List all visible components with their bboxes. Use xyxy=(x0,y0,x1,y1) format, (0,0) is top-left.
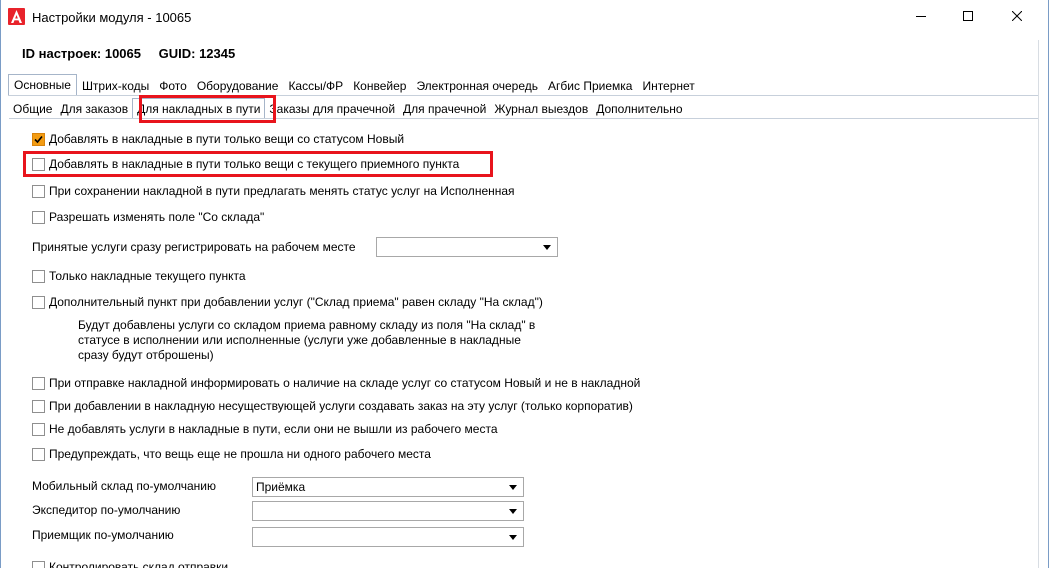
note-line: статусе в исполнении или исполненные (ус… xyxy=(78,333,521,347)
option-label: Дополнительный пункт при добавлении услу… xyxy=(49,295,543,309)
checkbox-icon[interactable] xyxy=(32,422,45,436)
expeditor-select[interactable] xyxy=(252,501,524,521)
checkbox-icon[interactable] xyxy=(32,269,45,283)
option-allow-edit-from-warehouse[interactable]: Разрешать изменять поле "Со склада" xyxy=(32,209,264,225)
settings-ids: ID настроек: 10065 GUID: 12345 xyxy=(22,46,249,61)
checkbox-checked-icon[interactable] xyxy=(32,132,45,146)
register-label: Принятые услуги сразу регистрировать на … xyxy=(32,239,356,255)
close-icon xyxy=(1012,11,1022,21)
option-label: Добавлять в накладные в пути только вещи… xyxy=(49,132,405,146)
minimize-icon xyxy=(916,16,926,17)
note-line: Будут добавлены услуги со складом приема… xyxy=(78,318,536,332)
expeditor-label-text: Экспедитор по-умолчанию xyxy=(32,503,181,517)
tab-laundry-orders[interactable]: Заказы для прачечной xyxy=(265,99,399,119)
checkbox-icon[interactable] xyxy=(32,447,45,461)
receiver-label-text: Приемщик по-умолчанию xyxy=(32,528,174,542)
tab-electronic-queue[interactable]: Электронная очередь xyxy=(411,77,543,95)
option-label: При добавлении в накладную несуществующе… xyxy=(49,399,633,413)
option-label: Не добавлять услуги в накладные в пути, … xyxy=(49,422,498,436)
option-label: При сохранении накладной в пути предлага… xyxy=(49,184,515,198)
option-label: Разрешать изменять поле "Со склада" xyxy=(49,210,265,224)
tab-for-laundry[interactable]: Для прачечной xyxy=(399,99,490,119)
settings-guid: GUID: 12345 xyxy=(158,46,236,61)
option-skip-not-left[interactable]: Не добавлять услуги в накладные в пути, … xyxy=(32,421,498,437)
mobile-warehouse-label: Мобильный склад по-умолчанию xyxy=(32,478,216,494)
tab-agbis-reception[interactable]: Агбис Приемка xyxy=(543,77,637,95)
option-additional-point[interactable]: Дополнительный пункт при добавлении услу… xyxy=(32,294,543,310)
mobile-warehouse-value: Приёмка xyxy=(256,480,306,494)
option-label: Предупреждать, что вещь еще не прошла ни… xyxy=(49,447,431,461)
maximize-button[interactable] xyxy=(945,0,991,32)
tab-barcodes[interactable]: Штрих-коды xyxy=(77,77,154,95)
option-label: При отправке накладной информировать о н… xyxy=(49,376,641,390)
option-warn-no-workplace[interactable]: Предупреждать, что вещь еще не прошла ни… xyxy=(32,446,431,462)
mobile-warehouse-select[interactable]: Приёмка xyxy=(252,477,524,497)
window-title: Настройки модуля - 10065 xyxy=(32,10,192,25)
note-line: сразу будут отброшены) xyxy=(78,348,214,362)
tab-conveyor[interactable]: Конвейер xyxy=(348,77,411,95)
maximize-icon xyxy=(963,11,973,21)
option-label: Добавлять в накладные в пути только вещи… xyxy=(49,157,460,171)
option-create-order[interactable]: При добавлении в накладную несуществующе… xyxy=(32,398,633,414)
tab-cash-registers[interactable]: Кассы/ФР xyxy=(283,77,348,95)
settings-window: Настройки модуля - 10065 ID настроек: 10… xyxy=(0,0,1049,568)
tab-photo[interactable]: Фото xyxy=(154,77,192,95)
checkbox-icon[interactable] xyxy=(32,184,45,198)
highlight-transit-tab xyxy=(139,95,276,123)
checkbox-icon[interactable] xyxy=(32,210,45,224)
chevron-down-icon xyxy=(509,509,517,514)
minimize-button[interactable] xyxy=(898,0,944,32)
settings-id: ID настроек: 10065 xyxy=(22,46,141,61)
tab-for-orders[interactable]: Для заказов xyxy=(56,99,132,119)
checkbox-icon[interactable] xyxy=(32,399,45,413)
option-inform-new-status[interactable]: При отправке накладной информировать о н… xyxy=(32,375,640,391)
expeditor-label: Экспедитор по-умолчанию xyxy=(32,502,180,518)
option-label: Только накладные текущего пункта xyxy=(49,269,246,283)
register-label-text: Принятые услуги сразу регистрировать на … xyxy=(32,240,356,254)
receiver-select[interactable] xyxy=(252,527,524,547)
chevron-down-icon xyxy=(543,245,551,250)
sub-tabs: Общие Для заказов Для накладных в пути З… xyxy=(9,97,687,119)
chevron-down-icon xyxy=(509,485,517,490)
option-new-status-only[interactable]: Добавлять в накладные в пути только вещи… xyxy=(32,131,404,147)
tab-trip-log[interactable]: Журнал выездов xyxy=(490,99,592,119)
chevron-down-icon xyxy=(509,535,517,540)
option-control-send-warehouse[interactable]: Контролировать склад отправки xyxy=(32,559,228,568)
checkbox-icon[interactable] xyxy=(32,376,45,390)
scrollbar[interactable] xyxy=(1038,40,1048,568)
option-label: Контролировать склад отправки xyxy=(49,560,229,568)
receiver-label: Приемщик по-умолчанию xyxy=(32,527,174,543)
tab-main[interactable]: Основные xyxy=(8,74,77,95)
mobile-warehouse-label-text: Мобильный склад по-умолчанию xyxy=(32,479,217,493)
option-current-point-invoices[interactable]: Только накладные текущего пункта xyxy=(32,268,246,284)
tab-additional[interactable]: Дополнительно xyxy=(592,99,686,119)
option-current-point-only[interactable]: Добавлять в накладные в пути только вещи… xyxy=(32,156,459,172)
checkbox-icon[interactable] xyxy=(32,295,45,309)
register-workplace-select[interactable] xyxy=(376,237,558,257)
tab-internet[interactable]: Интернет xyxy=(637,77,699,95)
tab-general[interactable]: Общие xyxy=(9,99,56,119)
title-bar: Настройки модуля - 10065 xyxy=(1,0,1048,34)
checkbox-icon[interactable] xyxy=(32,560,45,568)
option-suggest-executed[interactable]: При сохранении накладной в пути предлага… xyxy=(32,183,515,199)
checkbox-icon[interactable] xyxy=(32,157,45,171)
app-logo-icon xyxy=(8,8,25,25)
additional-point-note: Будут добавлены услуги со складом приема… xyxy=(78,318,535,363)
close-button[interactable] xyxy=(994,0,1040,32)
tab-equipment[interactable]: Оборудование xyxy=(192,77,284,95)
main-tabs: Основные Штрих-коды Фото Оборудование Ка… xyxy=(8,74,700,95)
